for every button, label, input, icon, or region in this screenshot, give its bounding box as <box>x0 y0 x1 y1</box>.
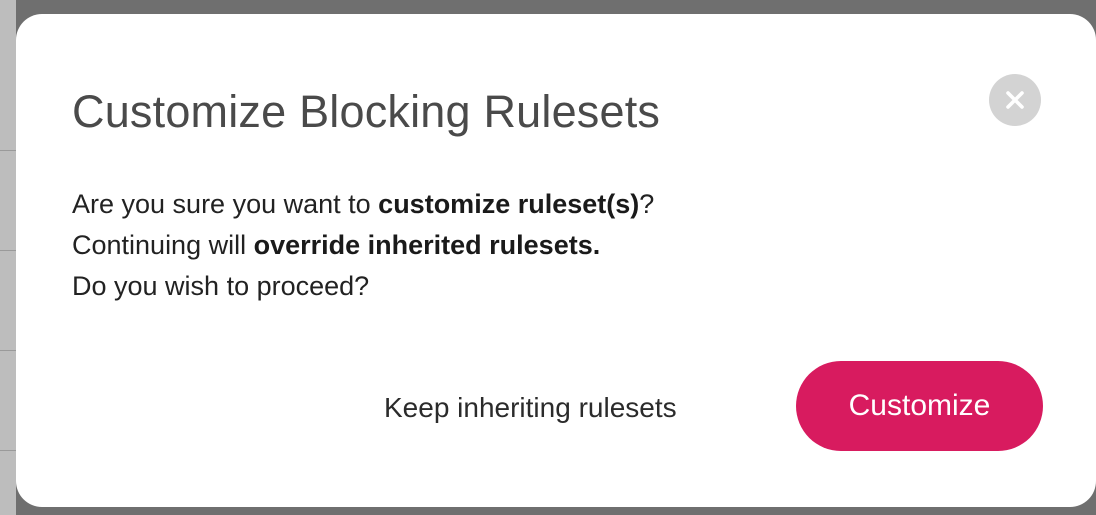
background-divider <box>0 350 16 351</box>
message-text: ? <box>639 189 655 219</box>
dialog-message: Are you sure you want to customize rules… <box>72 184 654 307</box>
message-emphasis: customize ruleset(s) <box>378 189 640 219</box>
message-line-2: Continuing will override inherited rules… <box>72 225 654 266</box>
customize-button[interactable]: Customize <box>796 361 1043 451</box>
keep-inheriting-button[interactable]: Keep inheriting rulesets <box>368 384 693 432</box>
customize-rulesets-dialog: Customize Blocking Rulesets Are you sure… <box>16 14 1096 507</box>
background-divider <box>0 150 16 151</box>
message-text: Continuing will <box>72 230 254 260</box>
message-emphasis: override inherited rulesets. <box>253 230 601 260</box>
screen: Customize Blocking Rulesets Are you sure… <box>0 0 1096 515</box>
background-divider <box>0 250 16 251</box>
background-page <box>0 0 16 515</box>
message-line-1: Are you sure you want to customize rules… <box>72 184 654 225</box>
dialog-title: Customize Blocking Rulesets <box>72 86 661 137</box>
message-line-3: Do you wish to proceed? <box>72 271 370 301</box>
message-text: Are you sure you want to <box>72 189 379 219</box>
background-divider <box>0 450 16 451</box>
close-icon <box>1006 91 1024 109</box>
close-button[interactable] <box>989 74 1041 126</box>
